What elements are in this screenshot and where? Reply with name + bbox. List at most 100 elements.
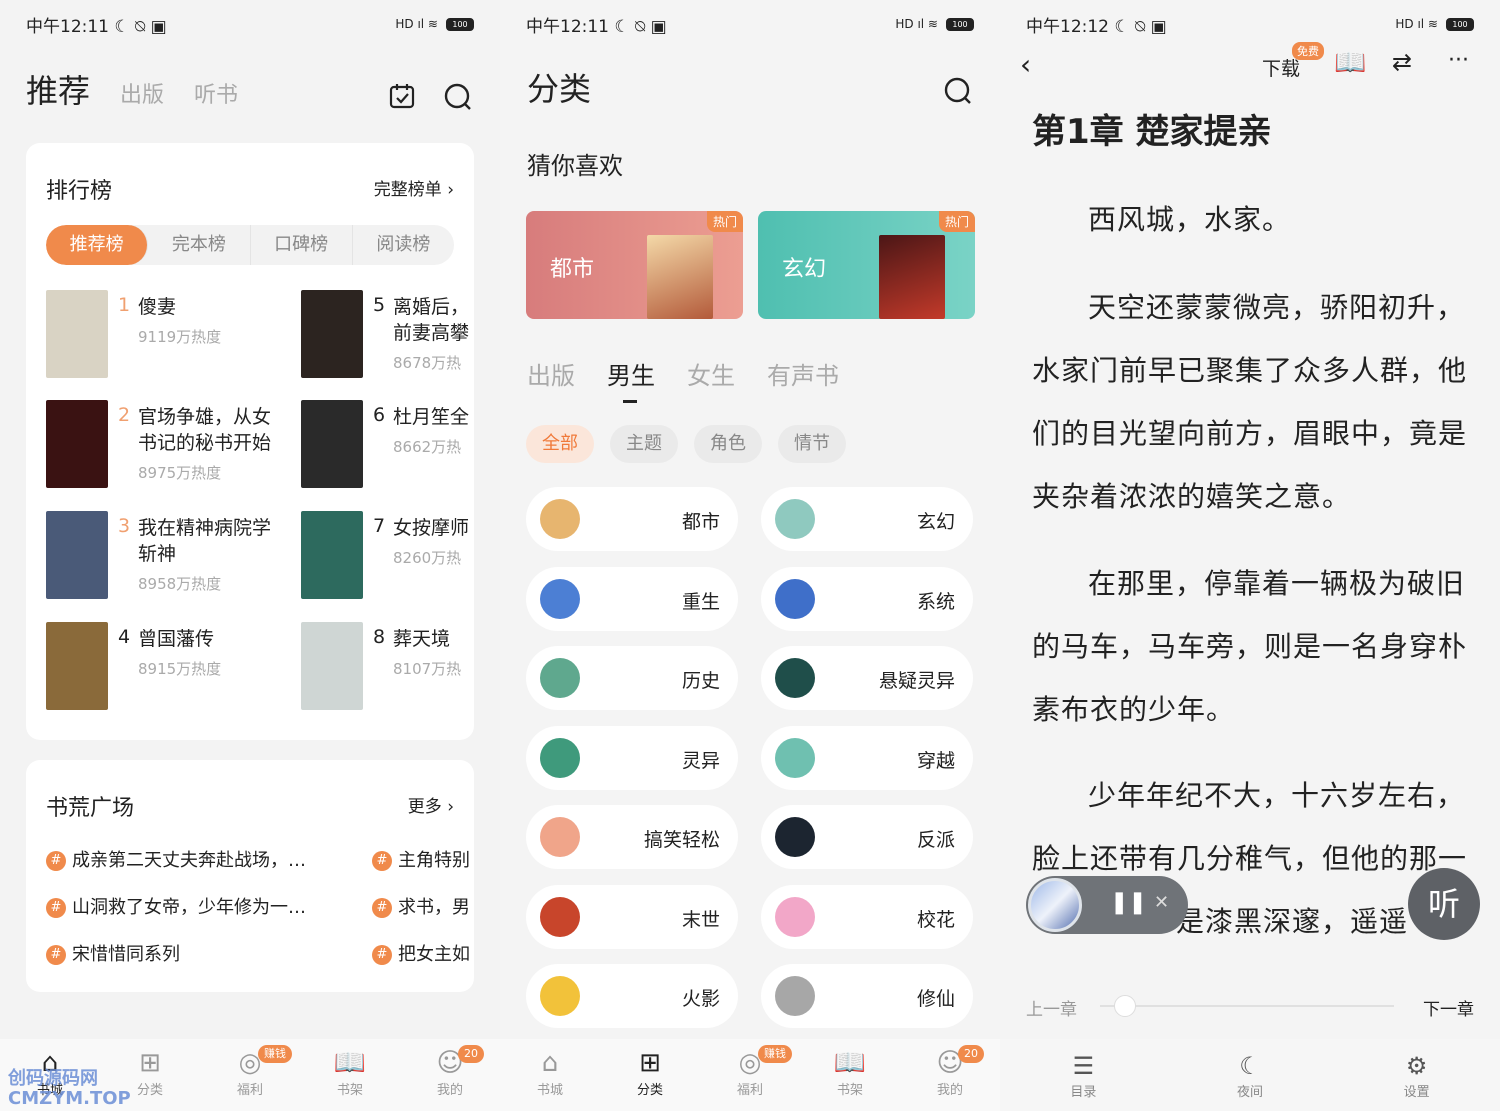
seg-completed[interactable]: 完本榜 bbox=[148, 225, 251, 265]
tab-audiobook[interactable]: 听书 bbox=[194, 77, 238, 109]
search-icon[interactable] bbox=[442, 82, 474, 114]
back-icon[interactable]: ‹ bbox=[1020, 48, 1031, 81]
full-ranking-link[interactable]: 完整榜单 › bbox=[374, 175, 454, 200]
nav-me[interactable]: ☺ 我的 20 bbox=[900, 1039, 1000, 1111]
gender-tabs: 出版 男生 女生 有声书 bbox=[527, 356, 839, 403]
calendar-checkin-icon[interactable] bbox=[386, 82, 418, 114]
seg-recommend[interactable]: 推荐榜 bbox=[46, 225, 149, 265]
category-item[interactable]: 灵异 bbox=[526, 725, 738, 790]
category-item[interactable]: 悬疑灵异 bbox=[761, 646, 973, 710]
rank-item[interactable]: 4 曾国藩传 8915万热度 bbox=[46, 622, 276, 712]
progress-knob[interactable] bbox=[1114, 995, 1136, 1017]
earn-badge: 赚钱 bbox=[258, 1045, 292, 1063]
category-item[interactable]: 搞笑轻松 bbox=[526, 805, 738, 869]
nav-category[interactable]: ⊞ 分类 bbox=[600, 1039, 700, 1111]
plaza-item[interactable]: # 成亲第二天丈夫奔赴战场，… bbox=[46, 846, 306, 872]
plaza-item[interactable]: # 宋惜惜同系列 bbox=[46, 940, 180, 966]
prev-chapter-button[interactable]: 上一章 bbox=[1026, 995, 1077, 1020]
seg-reading[interactable]: 阅读榜 bbox=[353, 225, 454, 265]
plaza-col2: # 主角特别 # 求书，男 # 把女主如 bbox=[372, 840, 472, 980]
book-title: 官场争雄，从女书记的秘书开始 bbox=[138, 406, 272, 454]
rank-item[interactable]: 8 葬天境 8107万热 bbox=[301, 622, 471, 712]
tab-female[interactable]: 女生 bbox=[687, 356, 735, 391]
hashtag-icon: # bbox=[372, 898, 392, 918]
next-chapter-button[interactable]: 下一章 bbox=[1423, 995, 1474, 1020]
more-icon[interactable]: ··· bbox=[1448, 48, 1469, 73]
chip-role[interactable]: 角色 bbox=[694, 425, 762, 463]
listen-button[interactable]: 听 bbox=[1408, 868, 1480, 940]
category-item[interactable]: 反派 bbox=[761, 805, 973, 869]
category-label: 玄幻 bbox=[916, 511, 955, 533]
progress-track[interactable] bbox=[1100, 1005, 1394, 1007]
hashtag-icon: # bbox=[372, 945, 392, 965]
guess-you-like-title: 猜你喜欢 bbox=[527, 152, 623, 180]
rank-item[interactable]: 6 杜月笙全 8662万热 bbox=[301, 400, 471, 490]
hashtag-icon: # bbox=[46, 945, 66, 965]
nav-welfare[interactable]: ◎ 福利 赚钱 bbox=[700, 1039, 800, 1111]
status-bar: 中午12:11 ☾ ⍉ ▣ HD ıl ≋ 100 bbox=[26, 8, 474, 40]
category-label: 穿越 bbox=[916, 749, 955, 772]
category-item[interactable]: 都市 bbox=[526, 487, 738, 551]
audio-mini-player[interactable]: ❚❚ ✕ bbox=[1026, 876, 1188, 934]
hashtag-icon: # bbox=[46, 898, 66, 918]
nav-bookshelf[interactable]: 📖 书架 bbox=[300, 1039, 400, 1111]
nav-me[interactable]: ☺ 我的 20 bbox=[400, 1039, 500, 1111]
category-item[interactable]: 历史 bbox=[526, 646, 738, 710]
chip-theme[interactable]: 主题 bbox=[610, 425, 678, 463]
category-item[interactable]: 修仙 bbox=[761, 964, 973, 1028]
tab-audio[interactable]: 有声书 bbox=[767, 356, 839, 391]
category-item[interactable]: 重生 bbox=[526, 566, 738, 631]
rank-item[interactable]: 2 官场争雄，从女书记的秘书开始 8975万热度 bbox=[46, 400, 276, 490]
nav-bookstore[interactable]: ⌂ 书城 bbox=[500, 1039, 600, 1111]
tab-recommend[interactable]: 推荐 bbox=[26, 66, 90, 112]
book-title: 杜月笙全 bbox=[393, 406, 470, 428]
page-title: 分类 bbox=[527, 70, 592, 108]
book-title: 女按摩师 bbox=[393, 517, 470, 539]
category-item[interactable]: 系统 bbox=[761, 566, 973, 631]
bookstore-panel: 中午12:11 ☾ ⍉ ▣ HD ıl ≋ 100 推荐 出版 听书 排行榜 完整… bbox=[0, 0, 500, 1111]
plaza-more-link[interactable]: 更多 › bbox=[408, 792, 454, 817]
tab-publish[interactable]: 出版 bbox=[120, 77, 164, 109]
rank-item[interactable]: 3 我在精神病院学斩神 8958万热度 bbox=[46, 511, 276, 601]
plaza-item[interactable]: # 把女主如 bbox=[372, 940, 470, 966]
nav-bookshelf[interactable]: 📖 书架 bbox=[800, 1039, 900, 1111]
toc-button[interactable]: ☰ 目录 bbox=[1000, 1039, 1167, 1111]
category-panel: 中午12:11 ☾ ⍉ ▣ HD ıl ≋ 100 分类 猜你喜欢 都市 热门 玄… bbox=[500, 0, 1000, 1111]
category-label: 系统 bbox=[916, 590, 955, 613]
tab-publish[interactable]: 出版 bbox=[527, 356, 575, 391]
nav-welfare[interactable]: ◎ 福利 赚钱 bbox=[200, 1039, 300, 1111]
category-item[interactable]: 末世 bbox=[526, 884, 738, 949]
rank-item[interactable]: 5 离婚后，前妻高攀 8678万热 bbox=[301, 290, 471, 380]
plaza-item[interactable]: # 求书，男 bbox=[372, 893, 470, 919]
rank-item[interactable]: 7 女按摩师 8260万热 bbox=[301, 511, 471, 601]
search-icon[interactable] bbox=[942, 76, 974, 108]
translate-icon[interactable]: ⇄ bbox=[1392, 48, 1412, 76]
rank-item[interactable]: 1 傻妻 9119万热度 bbox=[46, 290, 276, 380]
close-icon[interactable]: ✕ bbox=[1154, 892, 1169, 913]
book-heat: 8260万热 bbox=[393, 549, 462, 567]
category-item[interactable]: 火影 bbox=[526, 964, 738, 1028]
chip-all[interactable]: 全部 bbox=[526, 425, 594, 463]
book-heat: 8958万热度 bbox=[138, 575, 222, 593]
pause-icon[interactable]: ❚❚ bbox=[1110, 890, 1147, 915]
rank-number: 5 bbox=[373, 294, 386, 316]
rank-number: 4 bbox=[118, 626, 131, 648]
book-cover bbox=[301, 290, 363, 378]
status-icons: ☾ ⍉ ▣ bbox=[114, 16, 167, 37]
night-mode-button[interactable]: ☾ 夜间 bbox=[1167, 1039, 1334, 1111]
chip-plot[interactable]: 情节 bbox=[778, 425, 846, 463]
category-item[interactable]: 玄幻 bbox=[761, 487, 973, 551]
add-bookshelf-icon[interactable]: 📖 bbox=[1334, 48, 1366, 78]
settings-button[interactable]: ⚙ 设置 bbox=[1333, 1039, 1500, 1111]
rank-number: 1 bbox=[118, 294, 131, 316]
tab-male[interactable]: 男生 bbox=[607, 356, 655, 403]
featured-fantasy-card[interactable]: 玄幻 热门 bbox=[758, 211, 975, 319]
category-item[interactable]: 校花 bbox=[761, 884, 973, 949]
plaza-item[interactable]: # 山洞救了女帝，少年修为一… bbox=[46, 893, 306, 919]
seg-reputation[interactable]: 口碑榜 bbox=[251, 225, 353, 265]
hot-badge: 热门 bbox=[706, 211, 743, 232]
paragraph: 天空还蒙蒙微亮，骄阳初升，水家门前早已聚集了众多人群，他们的目光望向前方，眉眼中… bbox=[1032, 291, 1468, 513]
plaza-item[interactable]: # 主角特别 bbox=[372, 846, 470, 872]
category-item[interactable]: 穿越 bbox=[761, 725, 973, 790]
featured-urban-card[interactable]: 都市 热门 bbox=[526, 211, 743, 319]
